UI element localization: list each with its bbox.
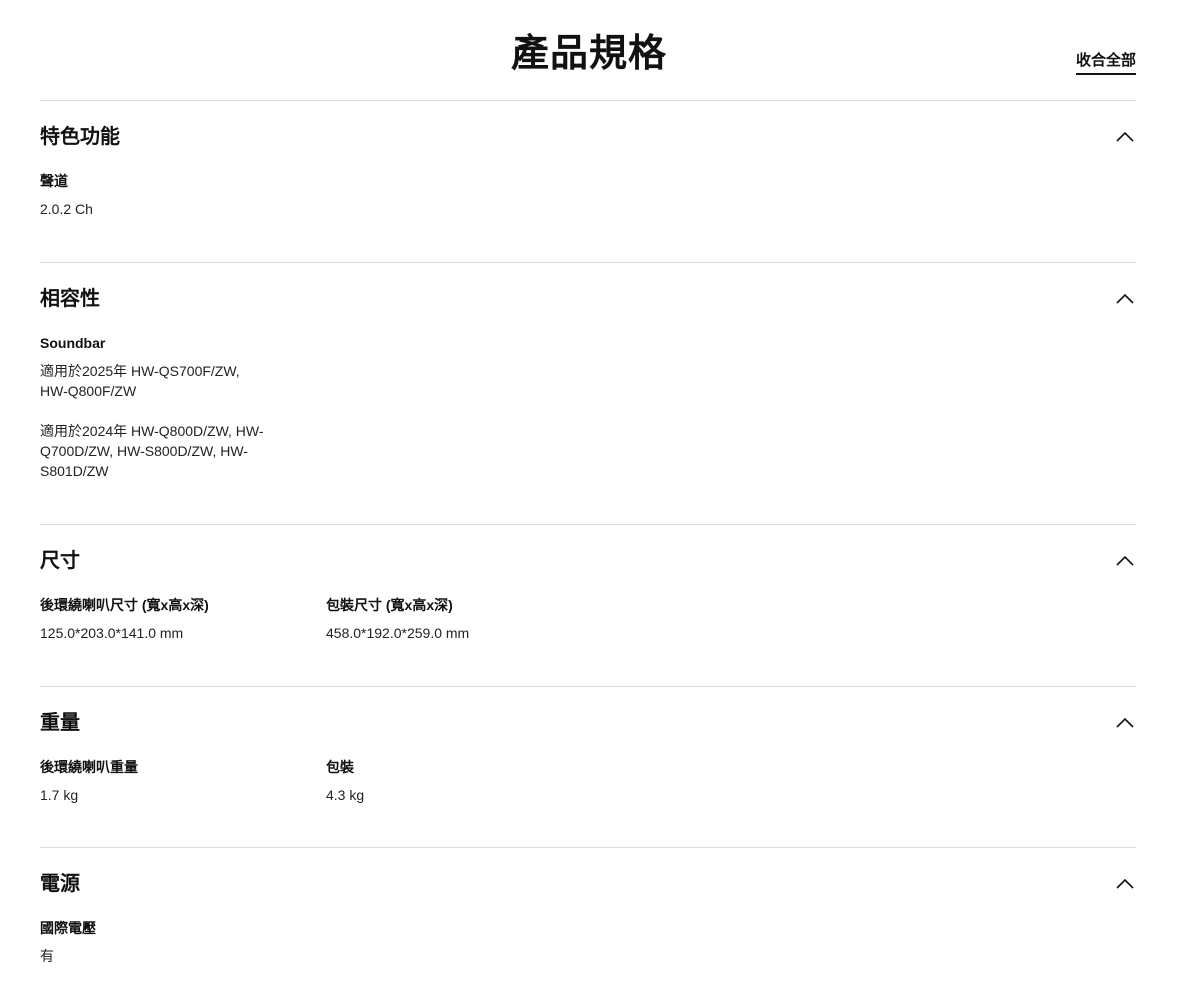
spec-item: 聲道 2.0.2 Ch xyxy=(40,171,93,219)
spec-value: 有 xyxy=(40,948,54,964)
spec-label: 後環繞喇叭重量 xyxy=(40,759,138,775)
spec-item: 後環繞喇叭重量 1.7 kg xyxy=(40,757,138,805)
chevron-up-icon[interactable] xyxy=(1114,127,1136,147)
spec-section-features: 特色功能 聲道 2.0.2 Ch xyxy=(40,101,1136,263)
spec-label: 聲道 xyxy=(40,173,68,189)
chevron-up-icon[interactable] xyxy=(1114,874,1136,894)
spec-item: 後環繞喇叭尺寸 (寬x高x深) 125.0*203.0*141.0 mm xyxy=(40,595,209,643)
section-header-compatibility[interactable]: 相容性 xyxy=(40,263,1136,333)
spec-label: 包裝尺寸 (寬x高x深) xyxy=(326,597,453,613)
spec-value: 4.3 kg xyxy=(326,787,365,803)
spec-item: 包裝 4.3 kg xyxy=(326,757,364,805)
spec-value: 1.7 kg xyxy=(40,787,79,803)
spec-value: 125.0*203.0*141.0 mm xyxy=(40,625,184,641)
page-title: 產品規格 xyxy=(510,33,667,75)
spec-label: Soundbar xyxy=(40,335,106,351)
section-title: 特色功能 xyxy=(40,126,120,148)
spec-section-dimensions: 尺寸 後環繞喇叭尺寸 (寬x高x深) 125.0*203.0*141.0 mm … xyxy=(40,525,1136,687)
collapse-all-button[interactable]: 收合全部 xyxy=(1075,51,1136,75)
spec-section-power: 電源 國際電壓 有 xyxy=(40,848,1136,996)
spec-value: 適用於2025年 HW-QS700F/ZW, HW-Q800F/ZW 適用於20… xyxy=(40,363,264,479)
section-header-power[interactable]: 電源 xyxy=(40,848,1136,918)
chevron-up-icon[interactable] xyxy=(1114,289,1136,309)
section-title: 相容性 xyxy=(40,288,100,310)
spec-section-weight: 重量 後環繞喇叭重量 1.7 kg 包裝 4.3 kg xyxy=(40,687,1136,848)
spec-item: Soundbar 適用於2025年 HW-QS700F/ZW, HW-Q800F… xyxy=(40,333,300,481)
spec-section-compatibility: 相容性 Soundbar 適用於2025年 HW-QS700F/ZW, HW-Q… xyxy=(40,263,1136,525)
spec-label: 後環繞喇叭尺寸 (寬x高x深) xyxy=(40,597,209,613)
spec-item: 包裝尺寸 (寬x高x深) 458.0*192.0*259.0 mm xyxy=(326,595,469,643)
section-title: 電源 xyxy=(40,873,80,895)
spec-label: 國際電壓 xyxy=(40,920,96,936)
section-header-dimensions[interactable]: 尺寸 xyxy=(40,525,1136,595)
spec-page: 產品規格 收合全部 特色功能 聲道 2.0.2 Ch 相容性 Soundbar … xyxy=(0,0,1200,996)
spec-value: 458.0*192.0*259.0 mm xyxy=(326,625,470,641)
section-header-features[interactable]: 特色功能 xyxy=(40,101,1136,171)
spec-item: 國際電壓 有 xyxy=(40,918,96,966)
chevron-up-icon[interactable] xyxy=(1114,713,1136,733)
chevron-up-icon[interactable] xyxy=(1114,551,1136,571)
spec-header: 產品規格 收合全部 xyxy=(40,0,1136,101)
section-title: 尺寸 xyxy=(40,550,80,572)
section-title: 重量 xyxy=(40,712,80,734)
section-header-weight[interactable]: 重量 xyxy=(40,687,1136,757)
spec-value: 2.0.2 Ch xyxy=(40,201,93,217)
spec-label: 包裝 xyxy=(326,759,354,775)
